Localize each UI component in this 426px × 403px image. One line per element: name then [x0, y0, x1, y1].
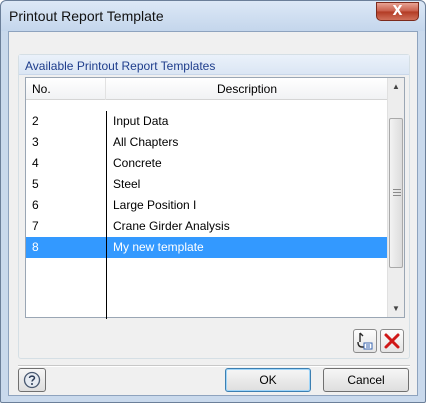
ok-button[interactable]: OK — [225, 368, 311, 392]
cell-no: 4 — [32, 156, 39, 170]
cell-description: Input Data — [113, 114, 169, 128]
vertical-scrollbar[interactable]: ▲ ▼ — [387, 78, 404, 317]
cell-no: 7 — [32, 219, 39, 233]
cell-description: Crane Girder Analysis — [113, 219, 230, 233]
cell-no: 3 — [32, 135, 39, 149]
templates-group: Available Printout Report Templates No. … — [18, 54, 410, 359]
scroll-down-arrow-icon[interactable]: ▼ — [388, 300, 404, 317]
dialog-body: Available Printout Report Templates No. … — [8, 31, 418, 396]
close-button[interactable]: X — [376, 2, 419, 21]
edit-template-icon — [357, 332, 373, 350]
scroll-up-arrow-icon[interactable]: ▲ — [388, 78, 404, 95]
table-row-empty[interactable] — [26, 258, 388, 279]
table-row[interactable]: 2 Input Data — [26, 111, 388, 132]
column-header-description[interactable]: Description — [106, 78, 388, 100]
cell-no: 5 — [32, 177, 39, 191]
title-bar: Printout Report Template X — [1, 1, 425, 31]
dialog-title: Printout Report Template — [9, 8, 164, 24]
table-row-selected[interactable]: 8 My new template — [26, 237, 388, 258]
templates-table: No. Description 2 Input Data 3 All Chapt… — [25, 77, 405, 319]
delete-button[interactable] — [380, 329, 404, 353]
close-icon: X — [392, 4, 403, 19]
grip-icon — [393, 189, 401, 196]
delete-icon — [384, 333, 400, 349]
help-button[interactable] — [18, 368, 46, 392]
table-body: 2 Input Data 3 All Chapters 4 Concrete 5… — [26, 111, 388, 279]
column-divider — [106, 111, 107, 319]
table-header: No. Description — [26, 78, 388, 100]
cell-no: 8 — [32, 240, 39, 254]
cell-no: 2 — [32, 114, 39, 128]
cell-description: Steel — [113, 177, 141, 191]
cell-no: 6 — [32, 198, 39, 212]
cell-description: Concrete — [113, 156, 162, 170]
group-header: Available Printout Report Templates — [19, 55, 409, 75]
cell-description: All Chapters — [113, 135, 179, 149]
table-row[interactable]: 7 Crane Girder Analysis — [26, 216, 388, 237]
dialog-window: Printout Report Template X Available Pri… — [0, 0, 426, 403]
table-row[interactable]: 5 Steel — [26, 174, 388, 195]
column-header-no[interactable]: No. — [26, 78, 106, 100]
group-title: Available Printout Report Templates — [25, 59, 216, 73]
help-icon — [23, 371, 41, 389]
table-row[interactable]: 6 Large Position I — [26, 195, 388, 216]
cell-description: Large Position I — [113, 198, 197, 212]
cancel-button[interactable]: Cancel — [323, 368, 409, 392]
table-row[interactable]: 4 Concrete — [26, 153, 388, 174]
footer-separator — [18, 365, 410, 367]
edit-template-button[interactable] — [353, 329, 377, 353]
table-row[interactable]: 3 All Chapters — [26, 132, 388, 153]
scrollbar-thumb[interactable] — [389, 118, 403, 268]
cell-description: My new template — [113, 240, 204, 254]
